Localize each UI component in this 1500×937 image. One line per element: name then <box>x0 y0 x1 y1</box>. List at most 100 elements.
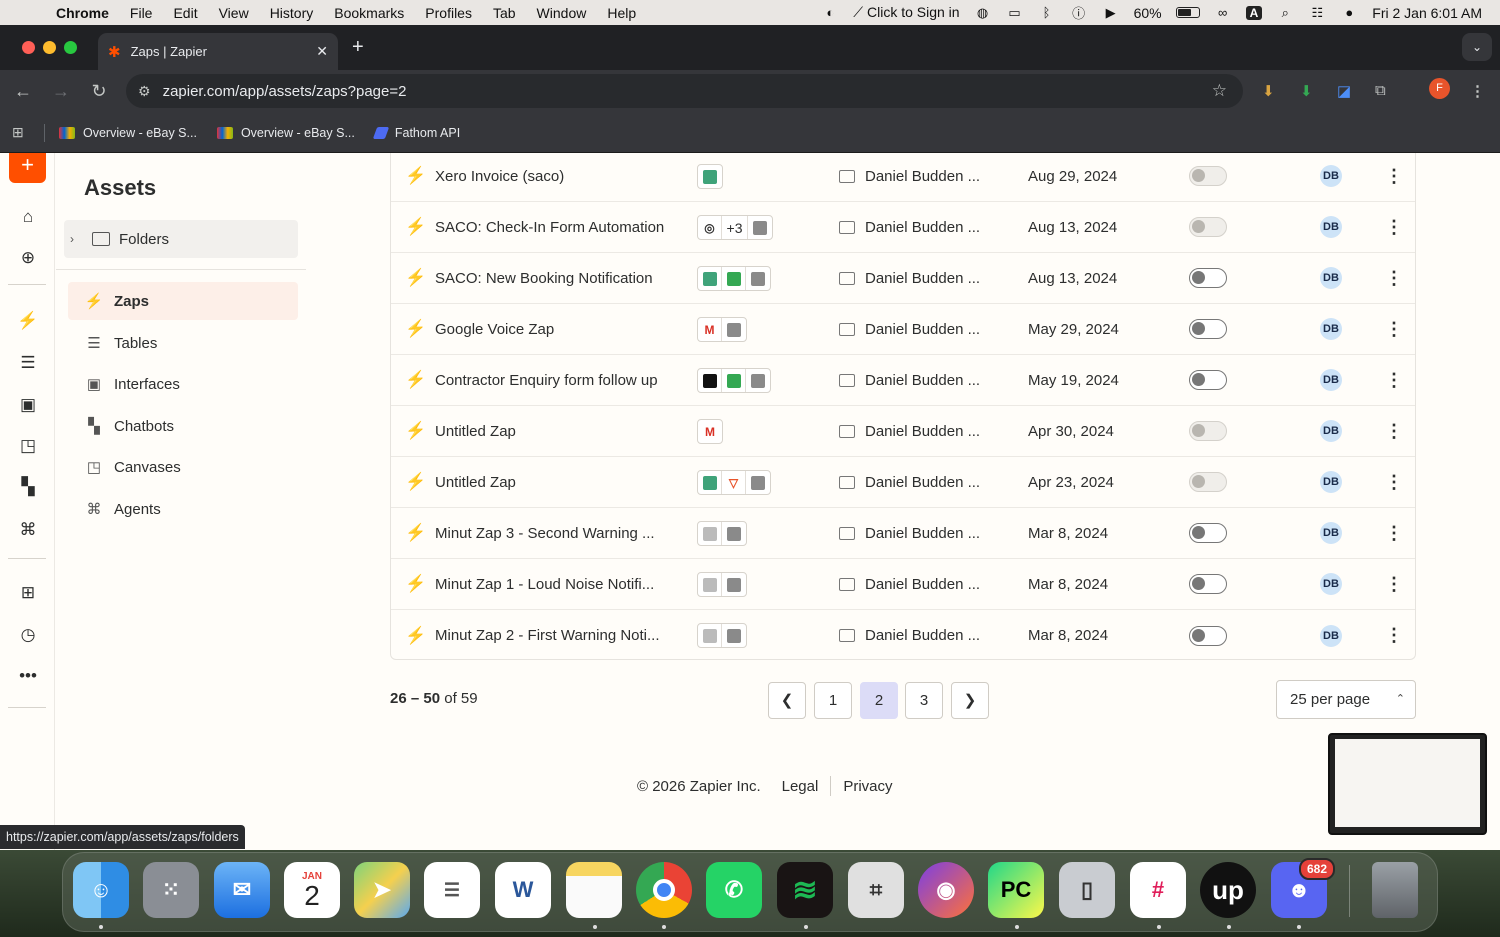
bookmark-star-icon[interactable]: ☆ <box>1212 81 1227 101</box>
forward-button[interactable]: → <box>42 81 80 102</box>
zap-apps[interactable] <box>697 266 771 291</box>
zap-apps[interactable] <box>697 368 771 393</box>
zap-row[interactable]: ⚡ SACO: Check-In Form Automation ◎ +3 Daniel… <box>391 202 1415 253</box>
zap-folder[interactable]: Daniel Budden ... <box>865 219 980 236</box>
iphone-mirroring-icon[interactable]: ▯ <box>1059 862 1115 918</box>
legal-link[interactable]: Legal <box>782 778 819 795</box>
previous-page-button[interactable]: ❮ <box>768 682 806 719</box>
menu-view[interactable]: View <box>219 5 249 21</box>
zap-row[interactable]: ⚡ Google Voice Zap M Daniel Budden ... May 2… <box>391 304 1415 355</box>
zap-name[interactable]: SACO: Check-In Form Automation <box>435 219 679 236</box>
sign-in-status[interactable]: ⟋ Click to Sign in <box>853 4 959 21</box>
next-page-button[interactable]: ❯ <box>951 682 989 719</box>
zap-row[interactable]: ⚡ Contractor Enquiry form follow up Daniel… <box>391 355 1415 406</box>
pycharm-icon[interactable]: PC <box>988 862 1044 918</box>
link-icon[interactable]: ∞ <box>1214 5 1232 20</box>
green-extension-icon[interactable]: ⬇ <box>1300 82 1313 100</box>
zap-row[interactable]: ⚡ Minut Zap 1 - Loud Noise Notifi... Danie… <box>391 559 1415 610</box>
zap-row[interactable]: ⚡ Untitled Zap ▽ Daniel Budden ... Apr 23, 2… <box>391 457 1415 508</box>
new-tab-button[interactable]: + <box>352 36 364 59</box>
menu-help[interactable]: Help <box>607 5 636 21</box>
zap-status-toggle[interactable] <box>1189 319 1227 339</box>
page-1-button[interactable]: 1 <box>814 682 852 719</box>
zap-folder[interactable]: Daniel Budden ... <box>865 168 980 185</box>
zap-status-toggle[interactable] <box>1189 217 1227 237</box>
zap-folder[interactable]: Daniel Budden ... <box>865 627 980 644</box>
folders-toggle[interactable]: › Folders <box>64 220 298 258</box>
maximize-window-button[interactable] <box>64 41 77 54</box>
app-directory-icon[interactable]: ⊞ <box>17 582 39 604</box>
zap-name[interactable]: Minut Zap 3 - Second Warning ... <box>435 525 679 542</box>
more-options-icon[interactable]: ⋮ <box>1385 370 1403 391</box>
page-3-button[interactable]: 3 <box>905 682 943 719</box>
zap-status-toggle[interactable] <box>1189 523 1227 543</box>
sidebar-item-tables[interactable]: ☰ Tables <box>68 324 298 362</box>
more-icon[interactable]: ••• <box>17 665 39 687</box>
finder-icon[interactable]: ☺ <box>73 862 129 918</box>
zap-folder[interactable]: Daniel Budden ... <box>865 525 980 542</box>
more-options-icon[interactable]: ⋮ <box>1385 472 1403 493</box>
zap-row[interactable]: ⚡ Untitled Zap M Daniel Budden ... Apr 30, 2… <box>391 406 1415 457</box>
slack-icon[interactable]: # <box>1130 862 1186 918</box>
menu-bookmarks[interactable]: Bookmarks <box>334 5 404 21</box>
blue-extension-icon[interactable]: ◪ <box>1337 82 1351 100</box>
minimize-window-button[interactable] <box>43 41 56 54</box>
reminders-icon[interactable]: ☰ <box>424 862 480 918</box>
zap-name[interactable]: Minut Zap 2 - First Warning Noti... <box>435 627 679 644</box>
zap-name[interactable]: Untitled Zap <box>435 474 679 491</box>
menu-history[interactable]: History <box>270 5 314 21</box>
extensions-puzzle-icon[interactable]: ⧉ <box>1375 82 1386 99</box>
apps-grid-icon[interactable]: ⊞ <box>12 124 30 141</box>
more-options-icon[interactable]: ⋮ <box>1385 523 1403 544</box>
more-options-icon[interactable]: ⋮ <box>1385 268 1403 289</box>
keyboard-input-icon[interactable]: A <box>1245 5 1263 20</box>
zap-apps[interactable] <box>697 164 723 189</box>
zap-status-toggle[interactable] <box>1189 421 1227 441</box>
zap-name[interactable]: Contractor Enquiry form follow up <box>435 372 679 389</box>
profile-avatar[interactable]: F <box>1429 78 1450 99</box>
create-button[interactable]: + <box>9 153 46 183</box>
info-icon[interactable]: ⓘ <box>1070 6 1088 21</box>
zap-name[interactable]: Untitled Zap <box>435 423 679 440</box>
site-info-icon[interactable]: ⚙ <box>138 83 151 100</box>
more-options-icon[interactable]: ⋮ <box>1385 574 1403 595</box>
sidebar-item-agents[interactable]: ⌘ Agents <box>68 490 298 528</box>
menu-chrome[interactable]: Chrome <box>56 5 109 21</box>
zap-status-toggle[interactable] <box>1189 472 1227 492</box>
menu-window[interactable]: Window <box>537 5 587 21</box>
zap-status-toggle[interactable] <box>1189 268 1227 288</box>
clock[interactable]: Fri 2 Jan 6:01 AM <box>1372 5 1482 21</box>
address-bar[interactable]: ⚙ zapier.com/app/assets/zaps?page=2 ☆ <box>126 74 1243 108</box>
menu-edit[interactable]: Edit <box>173 5 197 21</box>
bluetooth-icon[interactable]: ᛒ <box>1038 5 1056 20</box>
home-icon[interactable]: ⌂ <box>17 206 39 228</box>
moon-icon[interactable]: ◐ <box>821 5 839 20</box>
menu-profiles[interactable]: Profiles <box>425 5 472 21</box>
zap-apps[interactable] <box>697 521 747 546</box>
zap-row[interactable]: ⚡ Minut Zap 2 - First Warning Noti... Dani… <box>391 610 1415 661</box>
zap-apps[interactable]: M <box>697 317 747 342</box>
notes-icon[interactable] <box>566 862 622 918</box>
page-2-button[interactable]: 2 <box>860 682 898 719</box>
discord-icon[interactable]: ☻ 682 <box>1271 858 1335 918</box>
zap-apps[interactable] <box>697 572 747 597</box>
word-icon[interactable]: W <box>495 862 551 918</box>
upwork-icon[interactable]: up <box>1200 862 1256 918</box>
close-window-button[interactable] <box>22 41 35 54</box>
zap-name[interactable]: Google Voice Zap <box>435 321 679 338</box>
zap-status-toggle[interactable] <box>1189 370 1227 390</box>
agents-rail-icon[interactable]: ⌘ <box>17 519 39 541</box>
siri-icon[interactable]: ● <box>1340 5 1358 20</box>
screenshot-thumbnail[interactable] <box>1328 733 1487 835</box>
search-icon[interactable]: ⌕ <box>1276 5 1294 20</box>
privacy-link[interactable]: Privacy <box>843 778 892 795</box>
sidebar-item-chatbots[interactable]: ▚ Chatbots <box>68 407 298 445</box>
reload-button[interactable]: ↻ <box>80 81 118 102</box>
zap-name[interactable]: SACO: New Booking Notification <box>435 270 679 287</box>
per-page-select[interactable]: 25 per page ⌃⌄ <box>1276 680 1416 742</box>
menu-file[interactable]: File <box>130 5 153 21</box>
close-tab-icon[interactable]: ✕ <box>316 43 328 60</box>
display-icon[interactable]: ▭ <box>1006 5 1024 20</box>
more-options-icon[interactable]: ⋮ <box>1385 625 1403 646</box>
canvases-rail-icon[interactable]: ◳ <box>17 435 39 457</box>
